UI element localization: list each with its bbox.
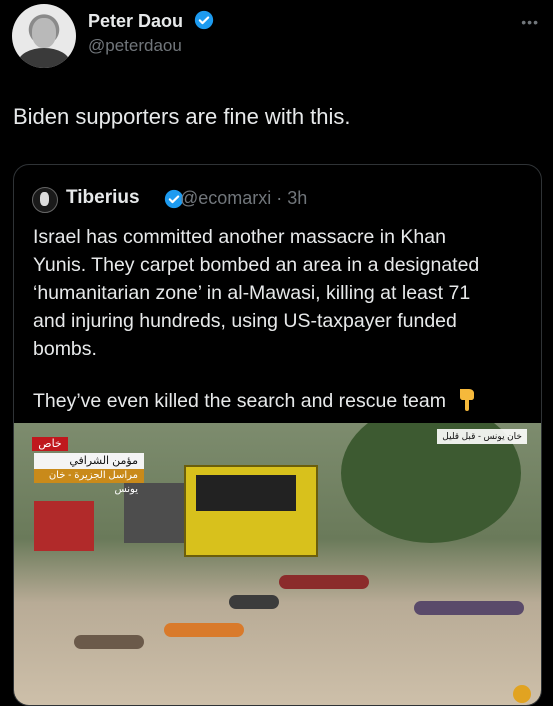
figure-on-ground bbox=[74, 635, 144, 649]
avatar-shirt bbox=[18, 48, 70, 68]
reporter-name: مؤمن الشرافي bbox=[34, 453, 144, 469]
figure-on-ground bbox=[164, 623, 244, 637]
tweet-text: Biden supporters are fine with this. bbox=[13, 104, 351, 129]
quoted-name[interactable]: Tiberius bbox=[66, 187, 140, 209]
verified-badge-icon bbox=[194, 10, 214, 30]
quoted-tweet[interactable]: Tiberius @ecomarxi · 3h Israel has commi… bbox=[13, 164, 542, 706]
author-handle[interactable]: @peterdaou bbox=[88, 36, 182, 56]
breaking-label: خاص bbox=[32, 437, 68, 451]
broadcaster-logo-icon bbox=[513, 685, 531, 703]
news-lower-third: خاص مؤمن الشرافي مراسل الجزيرة - خان يون… bbox=[24, 437, 148, 495]
more-options-icon[interactable]: ••• bbox=[521, 14, 539, 30]
figure-on-ground bbox=[414, 601, 524, 615]
author-name-row[interactable]: Peter Daou bbox=[88, 10, 214, 32]
quoted-avatar[interactable] bbox=[32, 187, 58, 213]
video-frame[interactable]: خاص مؤمن الشرافي مراسل الجزيرة - خان يون… bbox=[14, 423, 541, 705]
quoted-body: Israel has committed another massacre in… bbox=[33, 226, 480, 360]
truck-window-shape bbox=[196, 475, 296, 511]
figure-on-ground bbox=[229, 595, 279, 609]
avatar-face bbox=[32, 18, 56, 48]
quoted-body-line2-text: They’ve even killed the search and rescu… bbox=[33, 390, 446, 412]
author-avatar[interactable] bbox=[12, 4, 76, 68]
figure-on-ground bbox=[279, 575, 369, 589]
location-tag: خان يونس - قبل قليل bbox=[437, 429, 527, 444]
quoted-body-line2: They’ve even killed the search and rescu… bbox=[33, 387, 477, 413]
reporter-title: مراسل الجزيرة - خان يونس bbox=[34, 469, 144, 495]
pointing-down-hand-icon bbox=[460, 389, 475, 411]
quoted-handle-time[interactable]: @ecomarxi · 3h bbox=[180, 188, 307, 209]
author-name[interactable]: Peter Daou bbox=[88, 11, 183, 31]
red-vehicle-shape bbox=[34, 501, 94, 551]
